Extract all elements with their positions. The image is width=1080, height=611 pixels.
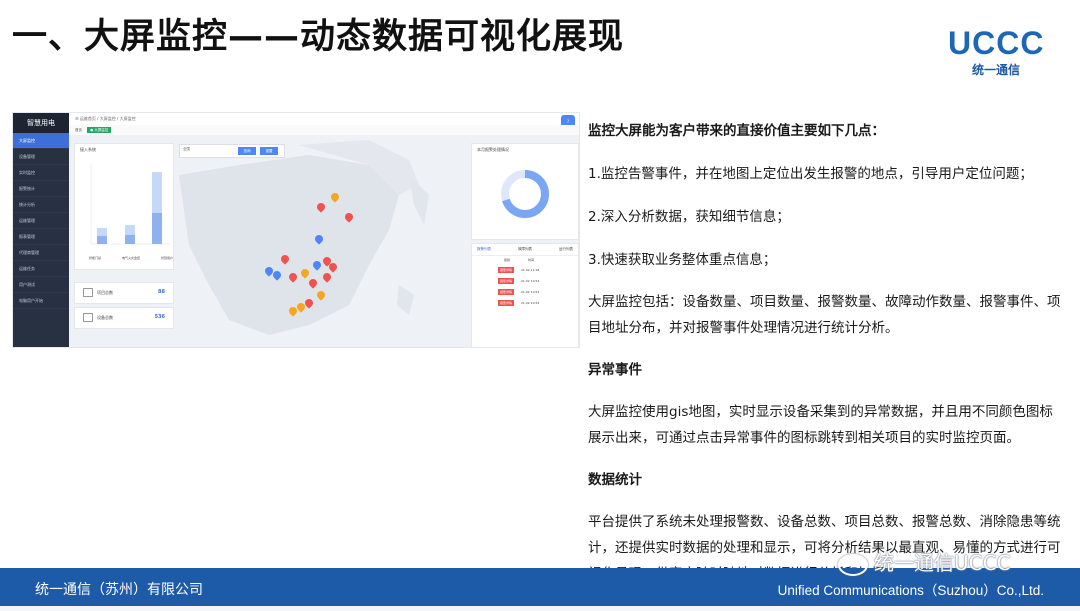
project-icon [83, 288, 93, 297]
bar-label: 智能门禁 [89, 256, 102, 260]
sidebar-item[interactable]: 实时监控 [13, 165, 69, 181]
content-column: 监控大屏能为客户带来的直接价值主要如下几点： 1.监控告警事件，并在地图上定位出… [588, 118, 1064, 587]
tab-big-screen[interactable]: ● 大屏监控 [87, 127, 112, 133]
region-search-input[interactable]: 全国 查询 重置 [179, 144, 285, 158]
tab-home[interactable]: 首页 [75, 128, 82, 132]
sidebar-item[interactable]: 用户测试 [13, 277, 69, 293]
logo-word: UCCC [948, 25, 1045, 61]
reset-button[interactable]: 重置 [260, 147, 278, 155]
breadcrumb-text: 运维首页 / 大屏监控 / 大屏监控 [79, 116, 136, 121]
watermark-text: 统一通信UCCC [874, 551, 1011, 575]
value-heading: 监控大屏能为客户带来的直接价值主要如下几点： [588, 123, 885, 139]
alarm-donut-chart [501, 170, 549, 218]
device-count-value: 536 [154, 314, 165, 320]
logo-subtitle: 统一通信 [971, 63, 1020, 77]
dashboard-tabs: 首页 ● 大屏监控 [69, 125, 579, 135]
wechat-icon [838, 553, 868, 576]
tab-fault-list[interactable]: 故障列表 [518, 247, 532, 252]
tab-alarm-list[interactable]: 报警列表 [477, 247, 491, 252]
access-bar-chart [90, 164, 171, 245]
table-row[interactable]: 报警详情 21-02 10:54 [498, 287, 568, 298]
table-row[interactable]: 报警详情 21-02 10:54 [498, 298, 568, 309]
access-system-panel: 接入系统 智能门禁 电气火灾监控 智慧用户 [74, 143, 174, 270]
query-button[interactable]: 查询 [238, 147, 256, 155]
statistics-heading: 数据统计 [588, 472, 642, 488]
panel-title: 本月报警处理情况 [477, 147, 509, 152]
slide-title: 一、大屏监控——动态数据可视化展现 [12, 17, 625, 57]
sidebar-item[interactable]: 大屏监控 [13, 133, 69, 149]
col-level: 级别 [504, 258, 511, 262]
bottom-edge [0, 606, 1080, 611]
table-row[interactable]: 报警详情 21-02 10:54 [498, 276, 568, 287]
dashboard-sidebar: 智慧用电 大屏监控 设备管理 实时监控 报警统计 统计分析 运维管理 报表管理 … [13, 113, 69, 347]
device-count-card: 设备总数 536 [74, 307, 174, 329]
dashboard-screenshot: 智慧用电 大屏监控 设备管理 实时监控 报警统计 统计分析 运维管理 报表管理 … [12, 112, 580, 348]
sidebar-item[interactable]: 电脑用户开始 [13, 293, 69, 309]
tab-run-list[interactable]: 运行列表 [559, 247, 573, 252]
panel-title: 接入系统 [80, 147, 96, 152]
bar-label: 智慧用户 [160, 256, 173, 260]
sidebar-item[interactable]: 运维任务 [13, 261, 69, 277]
col-time: 时间 [528, 258, 535, 262]
value-point-1: 1.监控告警事件，并在地图上定位出发生报警的地点，引导用户定位问题； [588, 166, 1033, 182]
sidebar-item[interactable]: 统计分析 [13, 197, 69, 213]
footer-company-en: Unified Communications（Suzhou）Co.,Ltd. [777, 583, 1044, 598]
sidebar-item[interactable]: 报警统计 [13, 181, 69, 197]
sidebar-item[interactable]: 代理商管理 [13, 245, 69, 261]
dashboard-brand: 智慧用电 [13, 113, 69, 133]
device-count-label: 设备总数 [97, 315, 113, 320]
alarm-list-panel: 报警列表 故障列表 运行列表 级别 时间 报警详情 21-02 11:18 报警… [471, 243, 579, 347]
project-count-card: 项目总数 88 [74, 282, 174, 304]
gis-map[interactable]: 全国 查询 重置 接入系统 智能门禁 电气火灾监控 智慧用户 项目总数 88 设… [69, 135, 579, 347]
footer-company-cn: 统一通信（苏州）有限公司 [35, 582, 203, 598]
alarm-handling-panel: 本月报警处理情况 [471, 143, 579, 240]
abnormal-events-heading: 异常事件 [588, 362, 642, 378]
value-point-2: 2.深入分析数据，获知细节信息； [588, 209, 790, 225]
project-count-value: 88 [158, 289, 165, 295]
table-row[interactable]: 报警详情 21-02 11:18 [498, 265, 568, 276]
sidebar-item[interactable]: 报表管理 [13, 229, 69, 245]
company-logo: UCCC 统一通信 [948, 26, 1044, 78]
menu-icon[interactable]: ☰ [75, 116, 79, 121]
abnormal-events-paragraph: 大屏监控使用gis地图，实时显示设备采集到的异常数据，并且用不同颜色图标展示出来… [588, 404, 1053, 446]
project-count-label: 项目总数 [97, 290, 113, 295]
sidebar-item[interactable]: 运维管理 [13, 213, 69, 229]
bar-label: 电气火灾监控 [121, 256, 140, 260]
sidebar-item[interactable]: 设备管理 [13, 149, 69, 165]
region-search-value: 全国 [183, 147, 190, 151]
scope-paragraph: 大屏监控包括：设备数量、项目数量、报警数量、故障动作数量、报警事件、项目地址分布… [588, 294, 1061, 336]
wechat-watermark: 统一通信UCCC [838, 547, 1011, 576]
value-point-3: 3.快速获取业务整体重点信息； [588, 252, 777, 268]
device-icon [83, 313, 93, 322]
